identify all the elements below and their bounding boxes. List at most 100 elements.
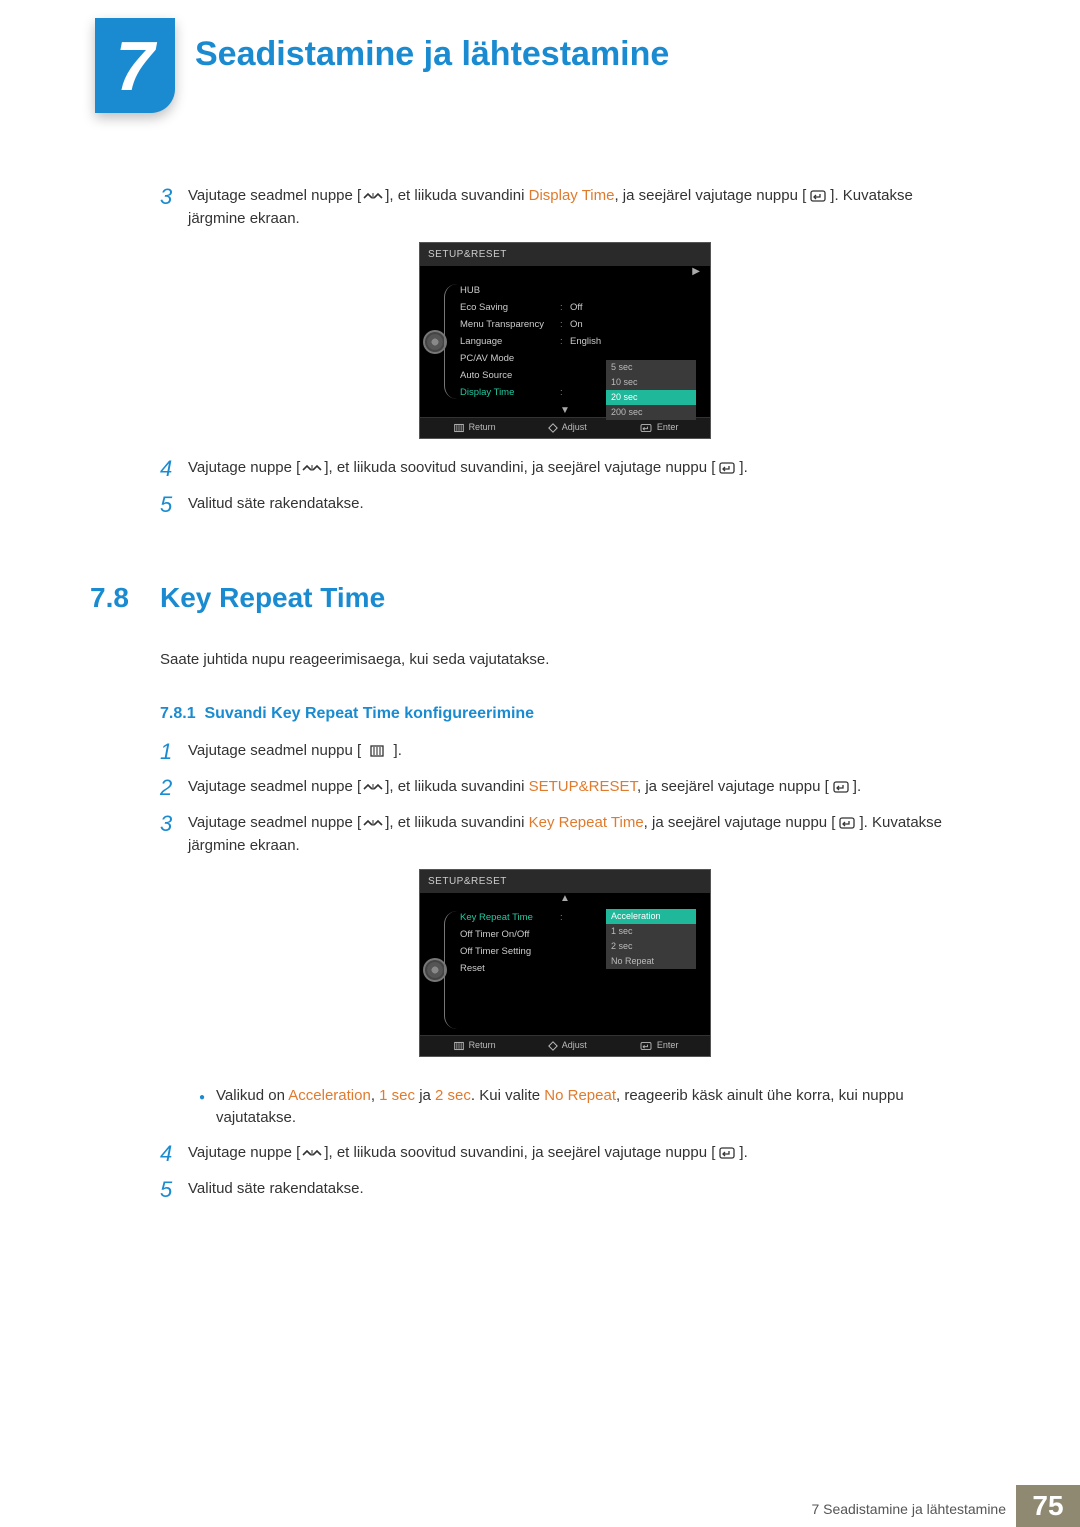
highlight-term: 2 sec — [435, 1087, 471, 1104]
bracket-decoration — [444, 284, 457, 399]
subsection-heading: 7.8.1 Suvandi Key Repeat Time konfiguree… — [160, 702, 970, 726]
text: Valitud säte rakendatakse. — [188, 1178, 970, 1202]
highlight-term: No Repeat — [544, 1087, 616, 1104]
osd-menu-value: English — [570, 335, 704, 349]
updown-icon — [300, 457, 324, 480]
osd-menu-label: HUB — [460, 284, 560, 298]
osd-screenshot-key-repeat: SETUP&RESET ▲ Key Repeat Time:Off Timer … — [419, 869, 711, 1057]
text: Vajutage nuppe [ — [188, 1144, 300, 1161]
text: , ja seejärel vajutage nuppu [ — [637, 778, 829, 795]
step-4: 4 Vajutage nuppe [ ], et liikuda soovitud… — [160, 457, 970, 481]
updown-icon — [361, 776, 385, 799]
step-number: 1 — [160, 740, 188, 764]
osd-option: Acceleration — [606, 909, 696, 924]
osd-option: 5 sec — [606, 360, 696, 375]
osd-return: Return — [452, 1039, 496, 1053]
osd-menu-label: Display Time — [460, 386, 560, 400]
osd-option: 200 sec — [606, 405, 696, 420]
page-number: 75 — [1016, 1485, 1080, 1527]
gear-icon — [427, 962, 443, 978]
text: Vajutage seadmel nuppu [ — [188, 742, 365, 759]
text: Vajutage seadmel nuppe [ — [188, 778, 361, 795]
options-note: ● Valikud on Acceleration, 1 sec ja 2 se… — [160, 1075, 970, 1130]
text: ], et liikuda soovitud suvandini, ja see… — [324, 459, 715, 476]
osd-enter: Enter — [638, 421, 679, 435]
osd-screenshot-display-time: SETUP&RESET ▶ HUBEco Saving:Off Menu Tran… — [419, 242, 711, 439]
bracket-decoration — [444, 911, 457, 1029]
arrow-right-icon: ▶ — [420, 266, 710, 278]
osd-option: 10 sec — [606, 375, 696, 390]
enter-icon — [715, 457, 739, 480]
osd-menu-label: Off Timer On/Off — [460, 928, 560, 942]
osd-menu-label: Eco Saving — [460, 301, 560, 315]
text: ], et liikuda soovitud suvandini, ja see… — [324, 1144, 715, 1161]
bullet-icon: ● — [188, 1085, 216, 1130]
text: Valikud on — [216, 1087, 288, 1104]
section-heading: 7.8 Key Repeat Time — [90, 577, 970, 619]
step-5b: 5 Valitud säte rakendatakse. — [160, 1178, 970, 1202]
osd-title: SETUP&RESET — [420, 870, 710, 893]
text: ]. — [853, 778, 861, 795]
step-number: 3 — [160, 185, 188, 230]
highlight-term: Display Time — [529, 187, 615, 204]
osd-menu-label: Off Timer Setting — [460, 945, 560, 959]
subsection-title: Suvandi Key Repeat Time konfigureerimine — [204, 705, 534, 722]
step-5: 5 Valitud säte rakendatakse. — [160, 493, 970, 517]
osd-menu-label: Auto Source — [460, 369, 560, 383]
step-number: 2 — [160, 776, 188, 800]
enter-icon — [715, 1142, 739, 1165]
osd-title: SETUP&RESET — [420, 243, 710, 266]
text: Vajutage seadmel nuppe [ — [188, 187, 361, 204]
arrow-up-icon: ▲ — [420, 893, 710, 905]
step-number: 4 — [160, 457, 188, 481]
osd-adjust: Adjust — [547, 421, 587, 435]
step-3: 3 Vajutage seadmel nuppe [ ], et liikuda … — [160, 185, 970, 230]
updown-icon — [361, 185, 385, 208]
section-title: Key Repeat Time — [160, 577, 385, 619]
text: ], et liikuda suvandini — [385, 814, 528, 831]
updown-icon — [300, 1142, 324, 1165]
osd-option: 20 sec — [606, 390, 696, 405]
enter-icon — [806, 185, 830, 208]
footer-chapter-ref: 7 Seadistamine ja lähtestamine — [811, 1501, 1006, 1517]
updown-icon — [361, 812, 385, 835]
chapter-number-tab: 7 — [95, 18, 175, 113]
step-number: 3 — [160, 812, 188, 857]
text: , ja seejärel vajutage nuppu [ — [644, 814, 836, 831]
highlight-term: SETUP&RESET — [529, 778, 637, 795]
osd-menu-value: Off — [570, 301, 704, 315]
osd-menu-label: Key Repeat Time — [460, 911, 560, 925]
step-3b: 3 Vajutage seadmel nuppe [ ], et liikuda … — [160, 812, 970, 857]
osd-option: 2 sec — [606, 939, 696, 954]
step-number: 5 — [160, 493, 188, 517]
text: Valitud säte rakendatakse. — [188, 493, 970, 517]
osd-option: 1 sec — [606, 924, 696, 939]
osd-menu-row: Language:English — [460, 333, 704, 350]
text: Vajutage seadmel nuppe [ — [188, 814, 361, 831]
section-intro: Saate juhtida nupu reageerimisaega, kui … — [160, 649, 970, 672]
step-1: 1 Vajutage seadmel nuppu [ ]. — [160, 740, 970, 764]
subsection-number: 7.8.1 — [160, 705, 196, 722]
osd-enter: Enter — [638, 1039, 679, 1053]
text: ], et liikuda suvandini — [385, 778, 528, 795]
step-2: 2 Vajutage seadmel nuppe [ ], et liikuda … — [160, 776, 970, 800]
gear-icon — [427, 334, 443, 350]
text: . Kui valite — [471, 1087, 544, 1104]
osd-menu-row: Eco Saving:Off — [460, 299, 704, 316]
step-number: 4 — [160, 1142, 188, 1166]
step-number: 5 — [160, 1178, 188, 1202]
highlight-term: Acceleration — [288, 1087, 371, 1104]
text: ]. — [739, 459, 747, 476]
osd-menu-label: Reset — [460, 962, 560, 976]
osd-menu-label: Menu Transparency — [460, 318, 560, 332]
osd-menu-label: Language — [460, 335, 560, 349]
step-4b: 4 Vajutage nuppe [ ], et liikuda soovitud… — [160, 1142, 970, 1166]
text: , — [371, 1087, 379, 1104]
text: Vajutage nuppe [ — [188, 459, 300, 476]
osd-return: Return — [452, 421, 496, 435]
osd-menu-value: On — [570, 318, 704, 332]
osd-menu-label: PC/AV Mode — [460, 352, 560, 366]
text: ], et liikuda suvandini — [385, 187, 528, 204]
section-number: 7.8 — [90, 577, 160, 619]
text: , ja seejärel vajutage nuppu [ — [614, 187, 806, 204]
